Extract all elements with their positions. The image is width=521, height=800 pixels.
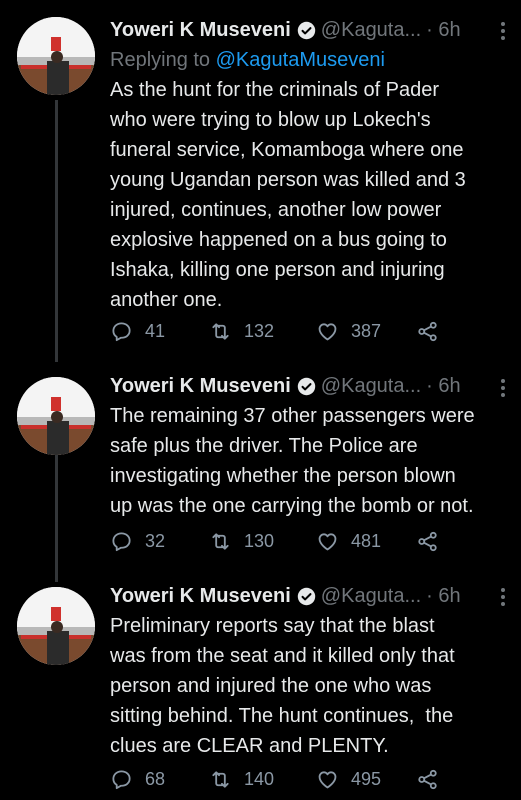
share-icon (418, 531, 437, 551)
tweet-text: The remaining 37 other passengers were s… (110, 405, 475, 517)
tweet-text: As the hunt for the criminals of Pader w… (110, 79, 466, 311)
like-button[interactable]: 495 (316, 764, 381, 794)
retweet-icon (212, 532, 229, 550)
author-name[interactable]: Yoweri K Museveni (110, 19, 291, 42)
timestamp[interactable]: · 6h (426, 19, 460, 42)
reply-count: 32 (145, 530, 166, 551)
share-icon (418, 321, 437, 341)
heart-icon (318, 770, 337, 788)
replying-label: Replying to (110, 49, 216, 71)
tweet-header: Yoweri K Museveni @Kaguta... · 6h (110, 581, 507, 611)
reply-button[interactable]: 41 (110, 316, 165, 346)
reply-icon (112, 531, 131, 551)
share-button[interactable] (416, 526, 439, 556)
more-vertical-icon[interactable] (501, 379, 507, 400)
tweet-header: Yoweri K Museveni @Kaguta... · 6h (110, 15, 507, 45)
tweet-header: Yoweri K Museveni @Kaguta... · 6h (110, 371, 507, 401)
like-count: 481 (351, 530, 382, 551)
reply-button[interactable]: 32 (110, 526, 165, 556)
retweet-count: 132 (244, 320, 275, 341)
more-vertical-icon[interactable] (501, 588, 507, 609)
share-icon (418, 769, 437, 789)
reply-icon (112, 321, 131, 341)
verified-badge-icon (297, 587, 316, 605)
replying-to: Replying to @KagutaMuseveni (110, 45, 507, 75)
avatar[interactable] (17, 17, 95, 95)
tweet-3[interactable]: Yoweri K Museveni @Kaguta... · 6h Prelim… (0, 582, 521, 800)
reply-icon (112, 769, 131, 789)
timestamp[interactable]: · 6h (426, 585, 460, 608)
reply-button[interactable]: 68 (110, 764, 165, 794)
replying-handle-link[interactable]: @KagutaMuseveni (216, 49, 385, 71)
like-button[interactable]: 387 (316, 316, 381, 346)
reply-count: 68 (145, 768, 166, 789)
heart-icon (318, 532, 337, 550)
like-count: 387 (351, 320, 382, 341)
reply-count: 41 (145, 320, 166, 341)
heart-icon (318, 322, 337, 340)
author-name[interactable]: Yoweri K Museveni (110, 585, 291, 608)
retweet-icon (212, 770, 229, 788)
author-handle[interactable]: @Kaguta... (321, 375, 421, 398)
avatar[interactable] (17, 587, 95, 665)
like-count: 495 (351, 768, 382, 789)
retweet-count: 130 (244, 530, 275, 551)
tweet-2[interactable]: Yoweri K Museveni @Kaguta... · 6h The re… (0, 362, 521, 582)
retweet-button[interactable]: 140 (209, 764, 274, 794)
retweet-button[interactable]: 130 (209, 526, 274, 556)
avatar[interactable] (17, 377, 95, 455)
tweet-1[interactable]: Yoweri K Museveni @Kaguta... · 6h Replyi… (0, 0, 521, 362)
verified-badge-icon (297, 21, 316, 39)
author-handle[interactable]: @Kaguta... (321, 585, 421, 608)
author-name[interactable]: Yoweri K Museveni (110, 375, 291, 398)
author-handle[interactable]: @Kaguta... (321, 19, 421, 42)
tweet-text: Preliminary reports say that the blast w… (110, 615, 455, 757)
share-button[interactable] (416, 764, 439, 794)
retweet-count: 140 (244, 768, 275, 789)
retweet-button[interactable]: 132 (209, 316, 274, 346)
verified-badge-icon (297, 377, 316, 395)
like-button[interactable]: 481 (316, 526, 381, 556)
more-vertical-icon[interactable] (501, 22, 507, 43)
share-button[interactable] (416, 316, 439, 346)
retweet-icon (212, 322, 229, 340)
timestamp[interactable]: · 6h (426, 375, 460, 398)
